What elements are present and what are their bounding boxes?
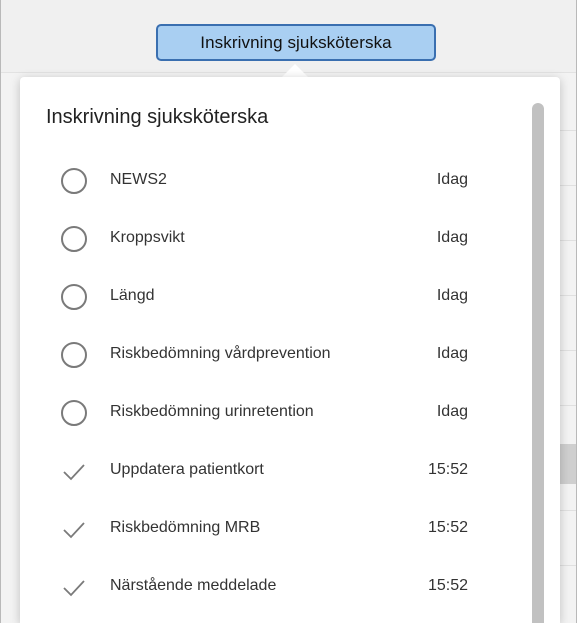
circle-icon[interactable] (60, 167, 88, 195)
task-row[interactable]: Riskbedömning MRB 15:52 (20, 499, 520, 557)
circle-icon[interactable] (60, 283, 88, 311)
task-row[interactable]: Riskbedömning vårdprevention Idag (20, 325, 520, 383)
checkmark-icon (60, 515, 88, 543)
task-label: Närstående meddelade (110, 577, 277, 594)
task-time: 15:52 (427, 461, 468, 478)
background-row-divider (560, 405, 576, 406)
circle-icon[interactable] (60, 399, 88, 427)
background-row-divider (560, 510, 576, 511)
background-row-divider (560, 565, 576, 566)
task-row[interactable]: Längd Idag (20, 267, 520, 325)
task-label: Riskbedömning urinretention (110, 403, 314, 420)
task-time: Idag (436, 171, 468, 188)
background-highlight (560, 444, 576, 484)
task-time: Idag (436, 345, 468, 362)
task-time: Idag (436, 287, 468, 304)
task-row[interactable]: Uppdatera patientkort 15:52 (20, 441, 520, 499)
background-row-divider (560, 295, 576, 296)
task-time: Idag (436, 403, 468, 420)
checkmark-icon (60, 573, 88, 601)
background-row-divider (560, 350, 576, 351)
background-row-divider (560, 130, 576, 131)
task-label: Längd (110, 287, 155, 304)
task-label: Kroppsvikt (110, 229, 185, 246)
background-row-divider (560, 240, 576, 241)
background-row-divider (560, 185, 576, 186)
task-label: Uppdatera patientkort (110, 461, 264, 478)
task-row[interactable]: Närstående meddelade 15:52 (20, 557, 520, 615)
task-label: NEWS2 (110, 171, 167, 188)
task-popover: Inskrivning sjuksköterska NEWS2 Idag Kropp… (20, 77, 560, 623)
task-row[interactable]: Kroppsvikt Idag (20, 209, 520, 267)
circle-icon[interactable] (60, 225, 88, 253)
task-time: 15:52 (427, 519, 468, 536)
popover-arrow (282, 64, 308, 77)
checkmark-icon (60, 457, 88, 485)
task-row[interactable]: Riskbedömning urinretention Idag (20, 383, 520, 441)
task-time: 15:52 (427, 577, 468, 594)
task-label: Riskbedömning vårdprevention (110, 345, 331, 362)
task-row[interactable]: NEWS2 Idag (20, 151, 520, 209)
popover-scrollbar[interactable] (532, 103, 544, 623)
task-label: Riskbedömning MRB (110, 519, 261, 536)
popover-title: Inskrivning sjuksköterska (46, 106, 269, 128)
task-group-button[interactable]: Inskrivning sjuksköterska (156, 24, 436, 61)
circle-icon[interactable] (60, 341, 88, 369)
task-time: Idag (436, 229, 468, 246)
task-list: NEWS2 Idag Kroppsvikt Idag Längd Idag Riskbedö… (20, 151, 520, 615)
